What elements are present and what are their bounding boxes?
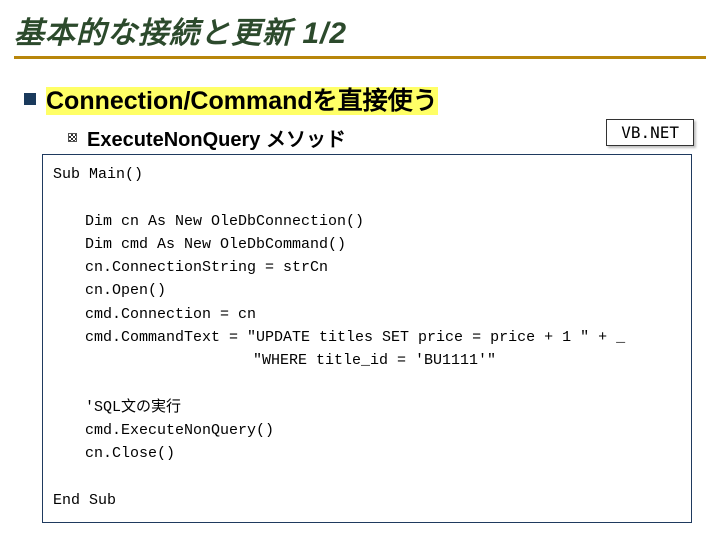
- sub-bullet-text: ExecuteNonQuery メソッド: [87, 123, 346, 152]
- checker-bullet-icon: [68, 133, 77, 142]
- code-blank: [53, 375, 62, 392]
- code-line: Dim cn As New OleDbConnection(): [53, 210, 681, 233]
- code-line: "WHERE title_id = 'BU1111'": [53, 349, 681, 372]
- code-line: cn.Close(): [53, 442, 681, 465]
- code-line: Sub Main(): [53, 166, 143, 183]
- sub-bullet-row: ExecuteNonQuery メソッド VB.NET: [68, 123, 706, 152]
- bullet-highlight-post: を直接使う: [313, 87, 438, 115]
- square-bullet-icon: [24, 93, 36, 105]
- code-block: Sub Main() Dim cn As New OleDbConnection…: [42, 154, 692, 523]
- bullet-highlight-pre: Connection/Command: [46, 87, 313, 115]
- language-badge-wrap: VB.NET: [606, 119, 694, 146]
- code-blank: [53, 468, 62, 485]
- code-line: 'SQL文の実行: [53, 396, 681, 419]
- code-line: Dim cmd As New OleDbCommand(): [53, 233, 681, 256]
- bullet-text: Connection/Commandを直接使う: [46, 81, 438, 117]
- code-line: cmd.ExecuteNonQuery(): [53, 419, 681, 442]
- code-blank: [53, 189, 62, 206]
- code-line: cmd.Connection = cn: [53, 303, 681, 326]
- language-badge: VB.NET: [606, 119, 694, 146]
- code-line: cn.Open(): [53, 279, 681, 302]
- code-line: cn.ConnectionString = strCn: [53, 256, 681, 279]
- code-line: cmd.CommandText = "UPDATE titles SET pri…: [53, 326, 681, 349]
- code-line: End Sub: [53, 492, 116, 509]
- slide-title: 基本的な接続と更新 1/2: [14, 8, 706, 59]
- bullet-row: Connection/Commandを直接使う: [24, 81, 706, 117]
- slide: 基本的な接続と更新 1/2 Connection/Commandを直接使う Ex…: [0, 0, 720, 531]
